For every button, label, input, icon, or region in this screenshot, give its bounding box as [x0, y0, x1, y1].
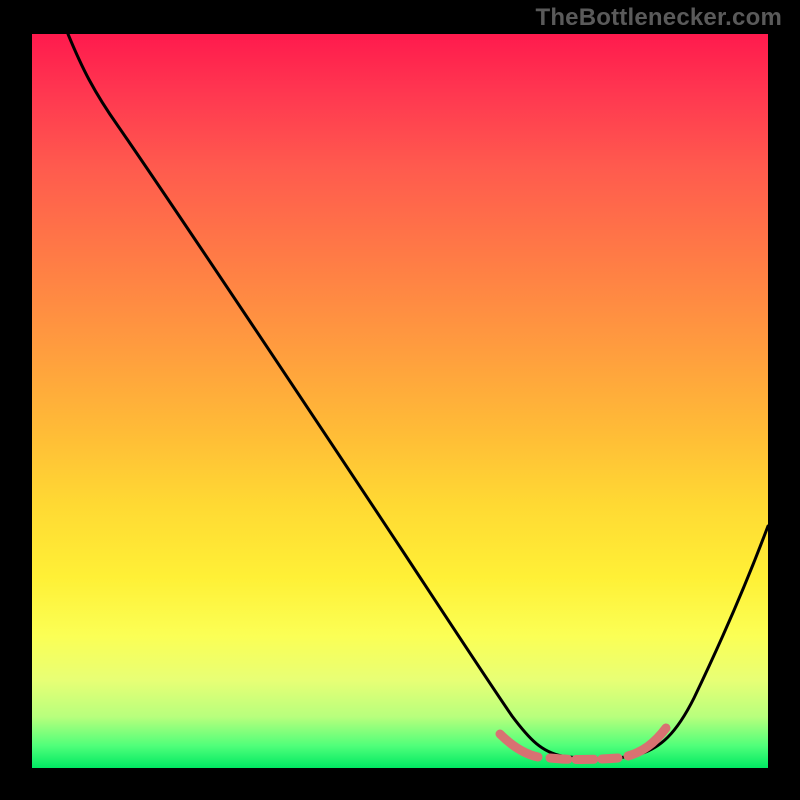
chart-svg [32, 34, 768, 768]
highlight-segment-mid [550, 758, 618, 760]
bottleneck-curve [68, 34, 768, 759]
chart-frame: TheBottlenecker.com [0, 0, 800, 800]
watermark-text: TheBottlenecker.com [535, 4, 782, 32]
highlight-segment-left [500, 734, 538, 757]
plot-area [32, 34, 768, 768]
